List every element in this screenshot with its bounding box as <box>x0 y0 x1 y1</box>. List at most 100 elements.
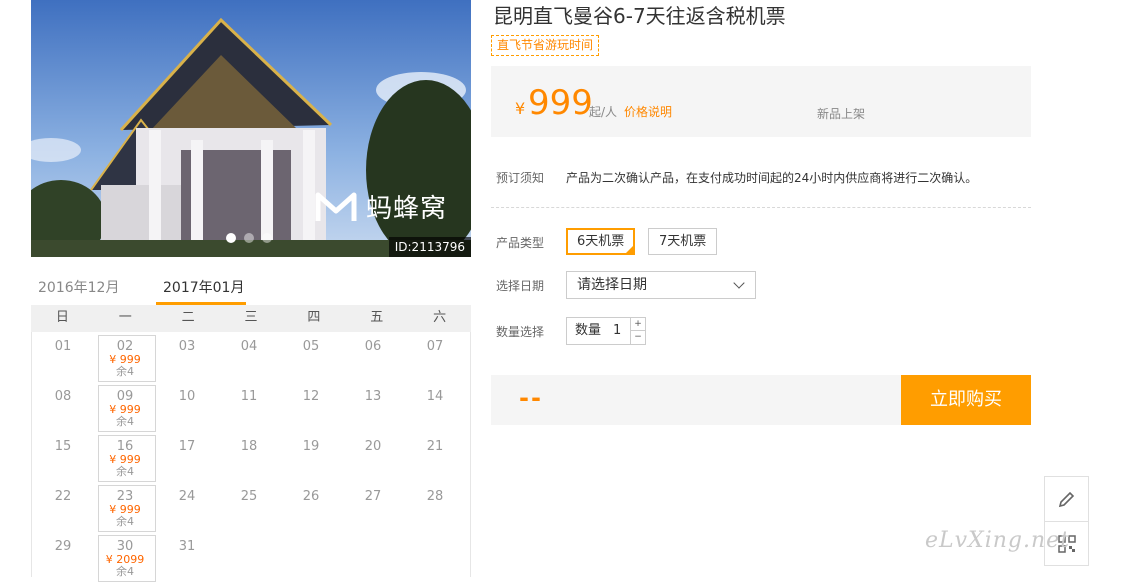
calendar-weekday-header: 日 一 二 三 四 五 六 <box>31 305 471 332</box>
date-select-value: 请选择日期 <box>577 277 647 293</box>
day-number: 04 <box>240 339 258 354</box>
calendar-day: 12 <box>280 382 342 432</box>
day-number: 23 <box>116 489 134 504</box>
carousel-dot-1[interactable] <box>226 233 236 243</box>
selected-corner-icon <box>625 245 635 254</box>
weekday-sun: 日 <box>55 310 69 325</box>
calendar-day: 05 <box>280 332 342 382</box>
feature-tag: 直飞节省游玩时间 <box>491 35 600 56</box>
watermark-text: 蚂蜂窝 <box>366 194 448 224</box>
day-number: 17 <box>178 439 196 454</box>
quantity-increase-button[interactable]: + <box>630 318 645 331</box>
calendar-week-row: 29 30 ¥ 2099 余4 31 <box>32 532 470 582</box>
day-number: 27 <box>364 489 382 504</box>
calendar-day-available[interactable]: 23 ¥ 999 余4 <box>94 482 156 532</box>
calendar-day: 01 <box>32 332 94 382</box>
carousel-dot-3[interactable] <box>262 233 272 243</box>
buy-now-button[interactable]: 立即购买 <box>901 375 1031 425</box>
calendar-day: 13 <box>342 382 404 432</box>
day-number: 21 <box>426 439 444 454</box>
currency-symbol: ¥ <box>515 99 526 118</box>
weekday-tue: 二 <box>181 310 195 325</box>
calendar-day-available[interactable]: 02 ¥ 999 余4 <box>94 332 156 382</box>
calendar-day <box>404 532 466 582</box>
calendar-day: 26 <box>280 482 342 532</box>
day-remaining: 余4 <box>116 415 134 428</box>
tab-month-current[interactable]: 2017年01月 <box>163 277 244 297</box>
carousel-dots <box>226 233 272 243</box>
notice-label: 预订须知 <box>496 171 545 185</box>
day-number: 22 <box>54 489 72 504</box>
calendar-day: 19 <box>280 432 342 482</box>
weekday-thu: 四 <box>307 310 321 325</box>
day-number: 15 <box>54 439 72 454</box>
date-label: 选择日期 <box>496 279 545 293</box>
day-number: 02 <box>116 339 134 354</box>
calendar-day-available[interactable]: 16 ¥ 999 余4 <box>94 432 156 482</box>
calendar-day: 15 <box>32 432 94 482</box>
day-remaining: 余4 <box>116 565 134 578</box>
chevron-down-icon <box>733 277 745 289</box>
type-option-label: 7天机票 <box>659 234 707 249</box>
product-hero-image[interactable]: 蚂蜂窝 ID:2113796 <box>31 0 471 257</box>
tab-month-prev[interactable]: 2016年12月 <box>38 277 119 297</box>
day-number: 06 <box>364 339 382 354</box>
day-number: 11 <box>240 389 258 404</box>
calendar-month-tabs: 2016年12月 2017年01月 <box>31 270 471 306</box>
date-select[interactable]: 请选择日期 <box>566 271 756 299</box>
calendar-day: 08 <box>32 382 94 432</box>
day-number: 08 <box>54 389 72 404</box>
calendar-day: 14 <box>404 382 466 432</box>
calendar-day: 29 <box>32 532 94 582</box>
quantity-decrease-button[interactable]: − <box>630 331 645 344</box>
calendar-day: 17 <box>156 432 218 482</box>
watermark-logo: 蚂蜂窝 <box>314 188 447 225</box>
feedback-button[interactable] <box>1045 477 1088 521</box>
quantity-prefix: 数量 <box>575 323 602 338</box>
total-bar: -- <box>491 375 901 425</box>
pencil-icon <box>1058 491 1074 508</box>
weekday-mon: 一 <box>118 310 132 325</box>
calendar-day-available[interactable]: 09 ¥ 999 余4 <box>94 382 156 432</box>
day-number: 29 <box>54 539 72 554</box>
calendar-day: 21 <box>404 432 466 482</box>
day-number: 13 <box>364 389 382 404</box>
day-number: 07 <box>426 339 444 354</box>
price-value: 999 <box>528 83 593 123</box>
day-number: 14 <box>426 389 444 404</box>
calendar-day-available[interactable]: 30 ¥ 2099 余4 <box>94 532 156 582</box>
day-number: 18 <box>240 439 258 454</box>
day-number: 09 <box>116 389 134 404</box>
day-number: 01 <box>54 339 72 354</box>
calendar-day: 20 <box>342 432 404 482</box>
day-remaining: 余4 <box>116 465 134 478</box>
day-remaining: 余4 <box>116 365 134 378</box>
type-option-6day[interactable]: 6天机票 <box>566 228 636 255</box>
calendar-day: 22 <box>32 482 94 532</box>
day-number: 30 <box>116 539 134 554</box>
mafengwo-logo-icon <box>315 192 357 221</box>
calendar-grid: 01 02 ¥ 999 余4 03 04 05 06 07 08 09 ¥ 999 余4 10 11 12 13… <box>31 332 471 582</box>
day-number: 24 <box>178 489 196 504</box>
type-option-7day[interactable]: 7天机票 <box>648 228 718 255</box>
quantity-stepper[interactable]: 数量 1 + − <box>566 317 646 345</box>
calendar-day: 28 <box>404 482 466 532</box>
calendar-week-row: 01 02 ¥ 999 余4 03 04 05 06 07 <box>32 332 470 382</box>
weekday-sat: 六 <box>433 310 447 325</box>
carousel-dot-2[interactable] <box>244 233 254 243</box>
calendar-week-row: 08 09 ¥ 999 余4 10 11 12 13 14 <box>32 382 470 432</box>
calendar-day: 24 <box>156 482 218 532</box>
price-explain-link[interactable]: 价格说明 <box>624 103 672 120</box>
quantity-value[interactable]: 1 <box>613 318 621 344</box>
day-number: 05 <box>302 339 320 354</box>
calendar-day: 25 <box>218 482 280 532</box>
calendar-day <box>342 532 404 582</box>
divider <box>491 207 1031 208</box>
type-option-label: 6天机票 <box>577 234 625 249</box>
image-id-label: ID:2113796 <box>388 237 471 257</box>
price-box: ¥ 999 起/人 价格说明 新品上架 <box>491 66 1031 137</box>
weekday-fri: 五 <box>370 310 384 325</box>
calendar-day: 10 <box>156 382 218 432</box>
calendar-week-row: 15 16 ¥ 999 余4 17 18 19 20 21 <box>32 432 470 482</box>
product-type-label: 产品类型 <box>496 236 545 250</box>
